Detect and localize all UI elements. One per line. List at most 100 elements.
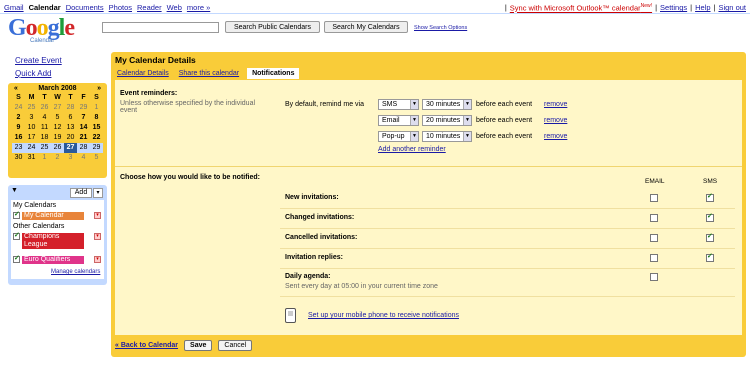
quick-add-link[interactable]: Quick Add bbox=[15, 69, 51, 78]
manage-calendars-link[interactable]: Manage calendars bbox=[51, 269, 100, 275]
day-cell[interactable]: 27 bbox=[51, 103, 64, 113]
day-cell[interactable]: 23 bbox=[12, 143, 25, 153]
nav-web[interactable]: Web bbox=[167, 3, 182, 12]
day-cell[interactable]: 29 bbox=[77, 103, 90, 113]
day-cell[interactable]: 27 bbox=[64, 143, 77, 153]
day-cell[interactable]: 7 bbox=[77, 113, 90, 123]
day-cell[interactable]: 28 bbox=[77, 143, 90, 153]
search-input[interactable] bbox=[102, 22, 219, 33]
calendar-item-champions-league[interactable]: Champions League ▾ bbox=[13, 231, 101, 249]
day-cell[interactable]: 24 bbox=[12, 103, 25, 113]
reminder-time-select[interactable]: 10 minutes ▼ bbox=[422, 131, 472, 142]
nav-more[interactable]: more » bbox=[187, 3, 210, 12]
nav-gmail[interactable]: Gmail bbox=[4, 3, 24, 12]
nav-reader[interactable]: Reader bbox=[137, 3, 162, 12]
nav-photos[interactable]: Photos bbox=[109, 3, 132, 12]
remove-reminder-link[interactable]: remove bbox=[544, 117, 567, 124]
day-cell[interactable]: 2 bbox=[12, 113, 25, 123]
sms-checkbox[interactable] bbox=[706, 232, 714, 242]
create-event-link[interactable]: Create Event bbox=[15, 56, 62, 65]
calendar-settings-icon[interactable]: ▾ bbox=[94, 256, 101, 263]
email-checkbox[interactable] bbox=[650, 214, 658, 222]
help-link[interactable]: Help bbox=[695, 3, 710, 12]
day-cell[interactable]: 4 bbox=[38, 113, 51, 123]
google-calendar-logo[interactable]: Google Calendar bbox=[8, 16, 90, 44]
day-cell[interactable]: 1 bbox=[38, 153, 51, 163]
email-checkbox[interactable] bbox=[650, 254, 658, 262]
calendar-chip[interactable]: Champions League bbox=[22, 233, 84, 249]
day-cell[interactable]: 6 bbox=[64, 113, 77, 123]
day-cell[interactable]: 21 bbox=[77, 133, 90, 143]
day-cell[interactable]: 4 bbox=[77, 153, 90, 163]
day-cell[interactable]: 30 bbox=[12, 153, 25, 163]
day-cell[interactable]: 1 bbox=[90, 103, 103, 113]
tab-notifications[interactable]: Notifications bbox=[247, 68, 300, 79]
day-cell[interactable]: 28 bbox=[64, 103, 77, 113]
calendar-settings-icon[interactable]: ▾ bbox=[94, 233, 101, 240]
calendar-checkbox[interactable] bbox=[13, 210, 20, 219]
day-cell[interactable]: 11 bbox=[38, 123, 51, 133]
day-cell[interactable]: 20 bbox=[64, 133, 77, 143]
reminder-method-select[interactable]: SMS ▼ bbox=[378, 99, 419, 110]
day-cell[interactable]: 18 bbox=[38, 133, 51, 143]
day-cell[interactable]: 16 bbox=[12, 133, 25, 143]
setup-mobile-link[interactable]: Set up your mobile phone to receive noti… bbox=[308, 312, 459, 319]
sms-checkbox[interactable] bbox=[706, 192, 714, 202]
remove-reminder-link[interactable]: remove bbox=[544, 101, 567, 108]
day-cell[interactable]: 10 bbox=[25, 123, 38, 133]
day-cell[interactable]: 26 bbox=[38, 103, 51, 113]
reminder-time-select[interactable]: 30 minutes ▼ bbox=[422, 99, 472, 110]
add-dropdown-icon[interactable]: ▾ bbox=[93, 188, 103, 198]
reminder-method-select[interactable]: Email ▼ bbox=[378, 115, 419, 126]
day-cell[interactable]: 31 bbox=[25, 153, 38, 163]
sms-checkbox[interactable] bbox=[706, 212, 714, 222]
calendar-chip[interactable]: My Calendar bbox=[22, 212, 84, 220]
calendar-checkbox[interactable] bbox=[13, 254, 20, 263]
prev-month-button[interactable]: « bbox=[14, 85, 18, 92]
reminder-time-select[interactable]: 20 minutes ▼ bbox=[422, 115, 472, 126]
tab-calendar-details[interactable]: Calendar Details bbox=[115, 68, 171, 79]
email-checkbox[interactable] bbox=[650, 194, 658, 202]
day-cell[interactable]: 13 bbox=[64, 123, 77, 133]
day-cell[interactable]: 19 bbox=[51, 133, 64, 143]
sms-checkbox[interactable] bbox=[706, 252, 714, 262]
calendar-item-my-calendar[interactable]: My Calendar ▾ bbox=[13, 210, 101, 220]
tab-share-calendar[interactable]: Share this calendar bbox=[177, 68, 241, 79]
next-month-button[interactable]: » bbox=[97, 85, 101, 92]
show-search-options-link[interactable]: Show Search Options bbox=[414, 25, 467, 31]
day-cell[interactable]: 25 bbox=[25, 103, 38, 113]
nav-calendar[interactable]: Calendar bbox=[29, 3, 61, 12]
sign-out-link[interactable]: Sign out bbox=[718, 3, 746, 12]
add-calendar-button[interactable]: Add bbox=[70, 188, 92, 198]
day-cell[interactable]: 9 bbox=[12, 123, 25, 133]
email-checkbox[interactable] bbox=[650, 234, 658, 242]
back-to-calendar-link[interactable]: « Back to Calendar bbox=[115, 342, 178, 349]
reminder-method-select[interactable]: Pop-up ▼ bbox=[378, 131, 419, 142]
day-cell[interactable]: 5 bbox=[90, 153, 103, 163]
day-cell[interactable]: 3 bbox=[64, 153, 77, 163]
day-cell[interactable]: 29 bbox=[90, 143, 103, 153]
day-cell[interactable]: 14 bbox=[77, 123, 90, 133]
day-cell[interactable]: 2 bbox=[51, 153, 64, 163]
day-cell[interactable]: 26 bbox=[51, 143, 64, 153]
settings-link[interactable]: Settings bbox=[660, 3, 687, 12]
day-cell[interactable]: 25 bbox=[38, 143, 51, 153]
calendar-chip[interactable]: Euro Qualifiers bbox=[22, 256, 84, 264]
email-checkbox[interactable] bbox=[650, 273, 658, 281]
day-cell[interactable]: 12 bbox=[51, 123, 64, 133]
day-cell[interactable]: 17 bbox=[25, 133, 38, 143]
search-public-button[interactable]: Search Public Calendars bbox=[225, 21, 320, 33]
day-cell[interactable]: 5 bbox=[51, 113, 64, 123]
calendar-checkbox[interactable] bbox=[13, 231, 20, 240]
chevron-down-icon[interactable]: ▼ bbox=[11, 187, 18, 199]
day-cell[interactable]: 15 bbox=[90, 123, 103, 133]
day-cell[interactable]: 3 bbox=[25, 113, 38, 123]
day-cell[interactable]: 8 bbox=[90, 113, 103, 123]
add-reminder-link[interactable]: Add another reminder bbox=[378, 146, 446, 153]
save-button[interactable]: Save bbox=[184, 340, 213, 351]
calendar-item-euro-qualifiers[interactable]: Euro Qualifiers ▾ bbox=[13, 254, 101, 264]
day-cell[interactable]: 24 bbox=[25, 143, 38, 153]
calendar-settings-icon[interactable]: ▾ bbox=[94, 212, 101, 219]
cancel-button[interactable]: Cancel bbox=[218, 340, 253, 351]
sync-outlook-link[interactable]: Sync with Microsoft Outlook™ calendarNew… bbox=[510, 3, 652, 13]
